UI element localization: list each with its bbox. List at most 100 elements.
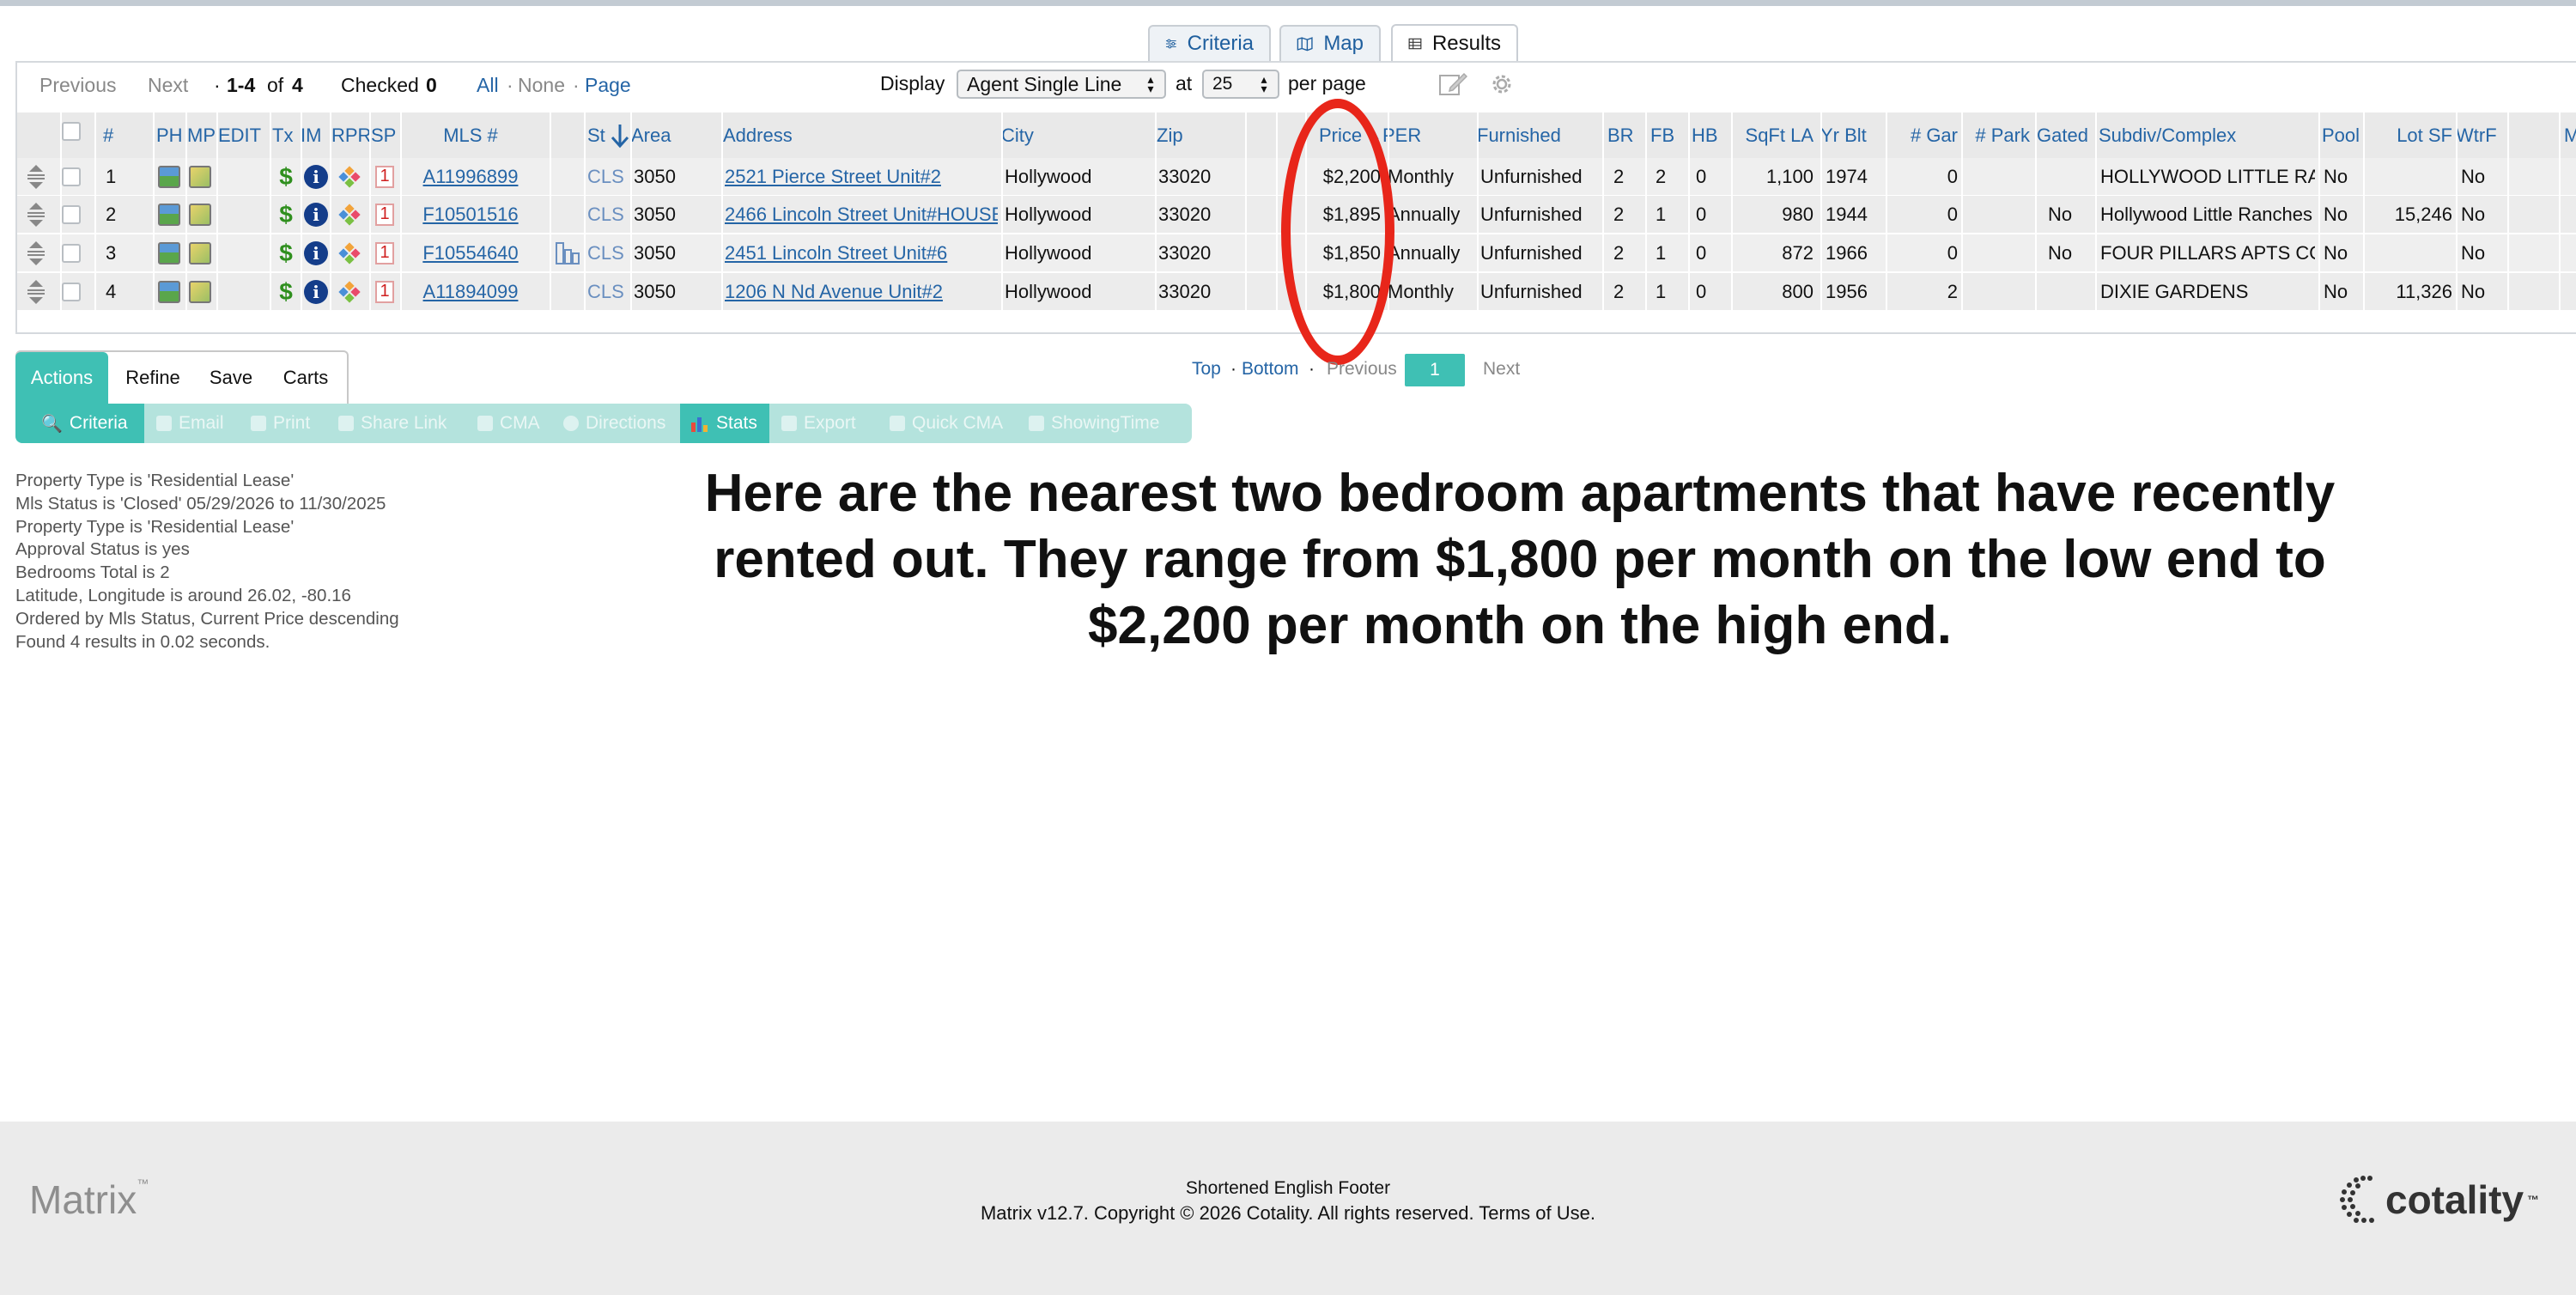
rpr-icon[interactable] xyxy=(335,196,364,233)
info-icon[interactable]: i xyxy=(302,273,330,310)
mls-link[interactable]: F10554640 xyxy=(402,234,539,271)
next-link[interactable]: Next xyxy=(148,74,188,97)
drag-handle-icon[interactable] xyxy=(26,234,48,271)
gear-icon[interactable] xyxy=(1489,71,1515,97)
tab-actions[interactable]: Actions xyxy=(15,352,108,404)
col-mls[interactable]: MLS # xyxy=(402,112,539,159)
col-furnished[interactable]: Furnished xyxy=(1477,112,1571,159)
drag-handle-icon[interactable] xyxy=(26,158,48,195)
rpr-icon[interactable] xyxy=(335,158,364,195)
col-rpr[interactable]: RPR xyxy=(331,112,371,159)
photo-icon[interactable] xyxy=(158,158,184,195)
col-edit[interactable]: EDIT xyxy=(218,112,270,159)
col-sp[interactable]: SP xyxy=(371,112,398,159)
edit-icon[interactable] xyxy=(1438,70,1467,98)
drag-handle-icon[interactable] xyxy=(26,273,48,310)
export-button[interactable]: Export xyxy=(771,404,878,443)
address-link[interactable]: 1206 N Nd Avenue Unit#2 xyxy=(725,273,998,310)
photo-icon[interactable] xyxy=(158,196,184,233)
mls-link[interactable]: A11996899 xyxy=(402,158,539,195)
sp-icon[interactable]: 1 xyxy=(373,234,397,271)
col-sqft[interactable]: SqFt LA xyxy=(1735,112,1817,159)
col-tx[interactable]: Tx xyxy=(272,112,298,159)
row-checkbox[interactable] xyxy=(62,158,88,195)
address-link[interactable]: 2451 Lincoln Street Unit#6 xyxy=(725,234,998,271)
col-city[interactable]: City xyxy=(1001,112,1053,159)
col-lotsf[interactable]: Lot SF xyxy=(2365,112,2456,159)
bottom-previous-link[interactable]: Previous xyxy=(1327,359,1397,380)
info-icon[interactable]: i xyxy=(302,234,330,271)
row-checkbox[interactable] xyxy=(62,196,88,233)
photo-icon[interactable] xyxy=(158,234,184,271)
map-thumb-icon[interactable] xyxy=(189,158,215,195)
sp-icon[interactable]: 1 xyxy=(373,158,397,195)
quick-cma-button[interactable]: Quick CMA xyxy=(879,404,1017,443)
col-address[interactable]: Address xyxy=(723,112,809,159)
col-gated[interactable]: Gated xyxy=(2037,112,2097,159)
col-num[interactable]: # xyxy=(103,112,129,159)
col-gar[interactable]: # Gar xyxy=(1889,112,1961,159)
share-link-button[interactable]: Share Link xyxy=(328,404,465,443)
map-thumb-icon[interactable] xyxy=(189,196,215,233)
col-wtrf[interactable]: WtrF xyxy=(2456,112,2507,159)
col-per[interactable]: PER xyxy=(1382,112,1434,159)
col-br[interactable]: BR xyxy=(1607,112,1637,159)
criteria-button[interactable]: 🔍 Criteria xyxy=(15,404,144,443)
col-park[interactable]: # Park xyxy=(1965,112,2033,159)
map-thumb-icon[interactable] xyxy=(189,234,215,271)
col-hb[interactable]: HB xyxy=(1692,112,1721,159)
tab-save[interactable]: Save xyxy=(196,352,266,404)
photo-icon[interactable] xyxy=(158,273,184,310)
col-zip[interactable]: Zip xyxy=(1157,112,1208,159)
dollar-icon[interactable]: $ xyxy=(273,158,299,195)
bottom-next-link[interactable]: Next xyxy=(1483,359,1520,380)
select-none-link[interactable]: None xyxy=(518,74,565,97)
bottom-link[interactable]: Bottom xyxy=(1242,359,1299,380)
display-select[interactable]: Agent Single Line ▴ ▾ xyxy=(957,70,1166,99)
tab-criteria[interactable]: Criteria xyxy=(1148,25,1271,61)
sp-icon[interactable]: 1 xyxy=(373,196,397,233)
page-1-button[interactable]: 1 xyxy=(1405,354,1465,386)
address-link[interactable]: 2521 Pierce Street Unit#2 xyxy=(725,158,998,195)
info-icon[interactable]: i xyxy=(302,158,330,195)
col-more[interactable]: M xyxy=(2564,112,2576,159)
col-ph[interactable]: PH xyxy=(156,112,187,159)
dollar-icon[interactable]: $ xyxy=(273,234,299,271)
per-page-select[interactable]: 25 ▴ ▾ xyxy=(1202,70,1279,99)
col-area[interactable]: Area xyxy=(631,112,683,159)
select-all-checkbox[interactable] xyxy=(62,112,88,159)
col-subdiv[interactable]: Subdiv/Complex xyxy=(2099,112,2253,159)
tab-carts[interactable]: Carts xyxy=(268,352,343,404)
row-checkbox[interactable] xyxy=(62,273,88,310)
address-link[interactable]: 2466 Lincoln Street Unit#HOUSE xyxy=(725,196,998,233)
col-yrblt[interactable]: Yr Blt xyxy=(1820,112,1880,159)
print-button[interactable]: Print xyxy=(240,404,326,443)
map-thumb-icon[interactable] xyxy=(189,273,215,310)
select-page-link[interactable]: Page xyxy=(585,74,631,97)
tab-refine[interactable]: Refine xyxy=(112,352,194,404)
cma-button[interactable]: CMA xyxy=(467,404,551,443)
tab-results[interactable]: Results xyxy=(1391,24,1518,62)
dollar-icon[interactable]: $ xyxy=(273,273,299,310)
building-icon[interactable] xyxy=(553,234,582,271)
info-icon[interactable]: i xyxy=(302,196,330,233)
sort-desc-icon[interactable] xyxy=(610,123,630,149)
stats-button[interactable]: Stats xyxy=(680,404,769,443)
email-button[interactable]: Email xyxy=(146,404,239,443)
rpr-icon[interactable] xyxy=(335,234,364,271)
mls-link[interactable]: F10501516 xyxy=(402,196,539,233)
select-all-link[interactable]: All xyxy=(477,74,499,97)
tab-map[interactable]: Map xyxy=(1279,25,1381,61)
col-fb[interactable]: FB xyxy=(1650,112,1680,159)
dollar-icon[interactable]: $ xyxy=(273,196,299,233)
col-im[interactable]: IM xyxy=(301,112,330,159)
drag-handle-icon[interactable] xyxy=(26,196,48,233)
top-link[interactable]: Top xyxy=(1192,359,1221,380)
sp-icon[interactable]: 1 xyxy=(373,273,397,310)
previous-link[interactable]: Previous xyxy=(39,74,116,97)
col-mp[interactable]: MP xyxy=(187,112,218,159)
mls-link[interactable]: A11894099 xyxy=(402,273,539,310)
row-checkbox[interactable] xyxy=(62,234,88,271)
showingtime-button[interactable]: ShowingTime xyxy=(1018,404,1182,443)
rpr-icon[interactable] xyxy=(335,273,364,310)
